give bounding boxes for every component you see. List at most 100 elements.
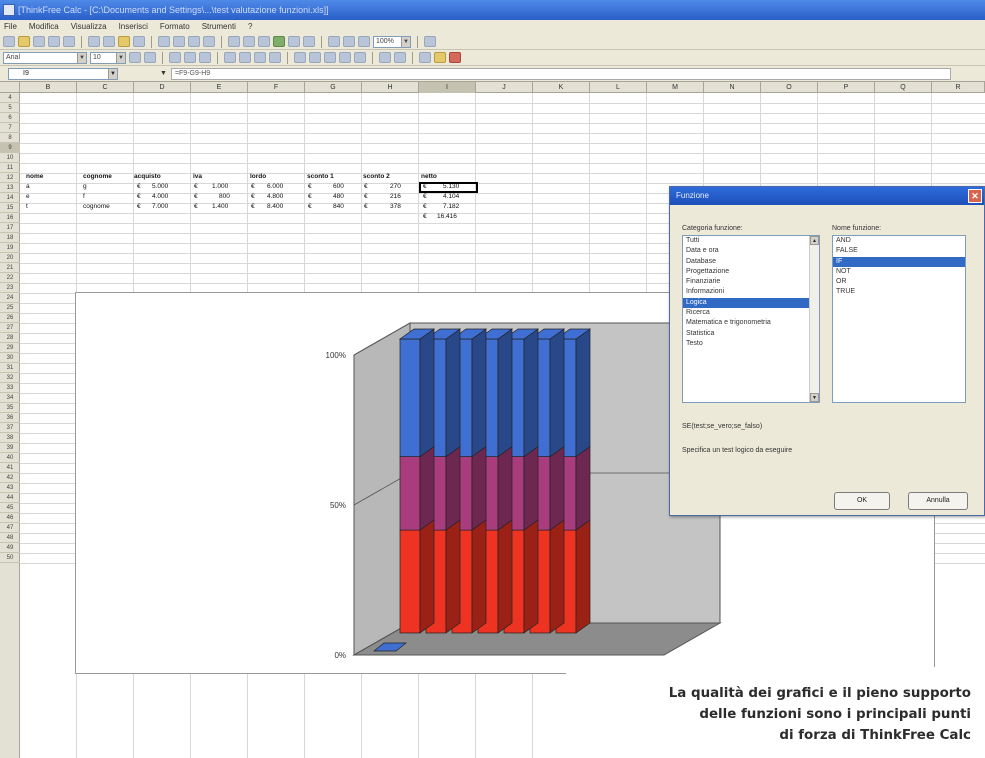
formula-input[interactable]: =F9-G9-H9 [170, 67, 951, 80]
font-select[interactable]: Arial ▼ [3, 51, 87, 64]
cut-icon[interactable] [88, 36, 100, 47]
format-paint-icon[interactable] [133, 36, 145, 47]
cell-cognome[interactable]: cognome [83, 202, 110, 211]
row-header[interactable]: 48 [0, 533, 20, 543]
cell-iva[interactable]: 1.400 [212, 202, 228, 211]
row-header[interactable]: 39 [0, 443, 20, 453]
row-header[interactable]: 42 [0, 473, 20, 483]
row-header[interactable]: 35 [0, 403, 20, 413]
row-header[interactable]: 47 [0, 523, 20, 533]
row-header[interactable]: 17 [0, 223, 20, 233]
sort-asc-icon[interactable] [328, 36, 340, 47]
row-header[interactable]: 20 [0, 253, 20, 263]
font-color-icon[interactable] [449, 52, 461, 63]
function-item[interactable]: AND [833, 236, 965, 246]
cell-nome[interactable]: a [26, 182, 30, 191]
cell-cognome[interactable]: f [83, 192, 85, 201]
bold-icon[interactable] [169, 52, 181, 63]
column-header[interactable]: K [533, 82, 590, 93]
row-header[interactable]: 8 [0, 133, 20, 143]
insert-icon[interactable] [273, 36, 285, 47]
sort-desc-icon[interactable] [343, 36, 355, 47]
menu-help[interactable]: ? [248, 20, 252, 34]
preview-icon[interactable] [63, 36, 75, 47]
undo-icon[interactable] [158, 36, 170, 47]
grow-font-icon[interactable] [129, 52, 141, 63]
increase-decimal-icon[interactable] [339, 52, 351, 63]
column-header[interactable]: N [704, 82, 761, 93]
column-header[interactable]: C [77, 82, 134, 93]
cell-reference-box[interactable]: I9 ▼ [8, 67, 118, 80]
row-header[interactable]: 50 [0, 553, 20, 563]
category-item[interactable]: Tutti [683, 236, 819, 246]
cell-nome[interactable]: e [26, 192, 30, 201]
menu-modifica[interactable]: Modifica [29, 20, 59, 34]
cell-sconto1[interactable]: 840 [333, 202, 344, 211]
decrease-decimal-icon[interactable] [354, 52, 366, 63]
row-header[interactable]: 14 [0, 193, 20, 203]
row-header[interactable]: 25 [0, 303, 20, 313]
row-header[interactable]: 26 [0, 313, 20, 323]
font-size-select[interactable]: 10 ▼ [90, 51, 126, 64]
sum-icon[interactable] [288, 36, 300, 47]
align-center-icon[interactable] [239, 52, 251, 63]
header-lordo[interactable]: lordo [250, 172, 266, 181]
row-header[interactable]: 5 [0, 103, 20, 113]
row-header[interactable]: 43 [0, 483, 20, 493]
save-icon[interactable] [33, 36, 45, 47]
row-header[interactable]: 36 [0, 413, 20, 423]
outdent-icon[interactable] [394, 52, 406, 63]
row-header[interactable]: 28 [0, 333, 20, 343]
column-header[interactable]: H [362, 82, 419, 93]
cell-total[interactable]: 16.416 [437, 212, 457, 221]
column-header[interactable]: O [761, 82, 818, 93]
function-item[interactable]: FALSE [833, 246, 965, 256]
column-header[interactable]: B [20, 82, 77, 93]
category-item[interactable]: Statistica [683, 329, 819, 339]
shrink-font-icon[interactable] [144, 52, 156, 63]
column-header[interactable]: J [476, 82, 533, 93]
row-header[interactable]: 33 [0, 383, 20, 393]
thousands-icon[interactable] [324, 52, 336, 63]
find-icon[interactable] [188, 36, 200, 47]
ok-button[interactable]: OK [834, 492, 890, 510]
fill-color-icon[interactable] [434, 52, 446, 63]
row-header[interactable]: 21 [0, 263, 20, 273]
scroll-up-icon[interactable]: ▲ [810, 236, 819, 245]
row-header[interactable]: 32 [0, 373, 20, 383]
category-item[interactable]: Data e ora [683, 246, 819, 256]
category-item[interactable]: Testo [683, 339, 819, 349]
cell-nome[interactable]: t [26, 202, 28, 211]
category-item[interactable]: Progettazione [683, 267, 819, 277]
menu-strumenti[interactable]: Strumenti [202, 20, 236, 34]
row-header[interactable]: 44 [0, 493, 20, 503]
cell-lordo[interactable]: 6.000 [267, 182, 283, 191]
copy-icon[interactable] [103, 36, 115, 47]
function-item[interactable]: NOT [833, 267, 965, 277]
zoom-select[interactable]: 100% ▼ [373, 35, 411, 48]
row-header[interactable]: 7 [0, 123, 20, 133]
menu-inserisci[interactable]: Inserisci [119, 20, 148, 34]
row-header[interactable]: 10 [0, 153, 20, 163]
row-header[interactable]: 9 [0, 143, 20, 153]
cell-netto[interactable]: 4.104 [443, 192, 459, 201]
row-header[interactable]: 12 [0, 173, 20, 183]
row-header[interactable]: 23 [0, 283, 20, 293]
row-header[interactable]: 31 [0, 363, 20, 373]
row-header[interactable]: 38 [0, 433, 20, 443]
column-header[interactable]: I [419, 82, 476, 93]
open-icon[interactable] [18, 36, 30, 47]
category-item[interactable]: Informazioni [683, 287, 819, 297]
cell-iva[interactable]: 800 [219, 192, 230, 201]
row-header[interactable]: 37 [0, 423, 20, 433]
header-nome[interactable]: nome [26, 172, 43, 181]
cell-cognome[interactable]: g [83, 182, 87, 191]
cell-lordo[interactable]: 8.400 [267, 202, 283, 211]
cell-sconto1[interactable]: 480 [333, 192, 344, 201]
menu-visualizza[interactable]: Visualizza [71, 20, 107, 34]
row-header[interactable]: 13 [0, 183, 20, 193]
row-header[interactable]: 45 [0, 503, 20, 513]
percent-icon[interactable] [309, 52, 321, 63]
row-header[interactable]: 4 [0, 93, 20, 103]
header-sconto2[interactable]: sconto 2 [363, 172, 390, 181]
